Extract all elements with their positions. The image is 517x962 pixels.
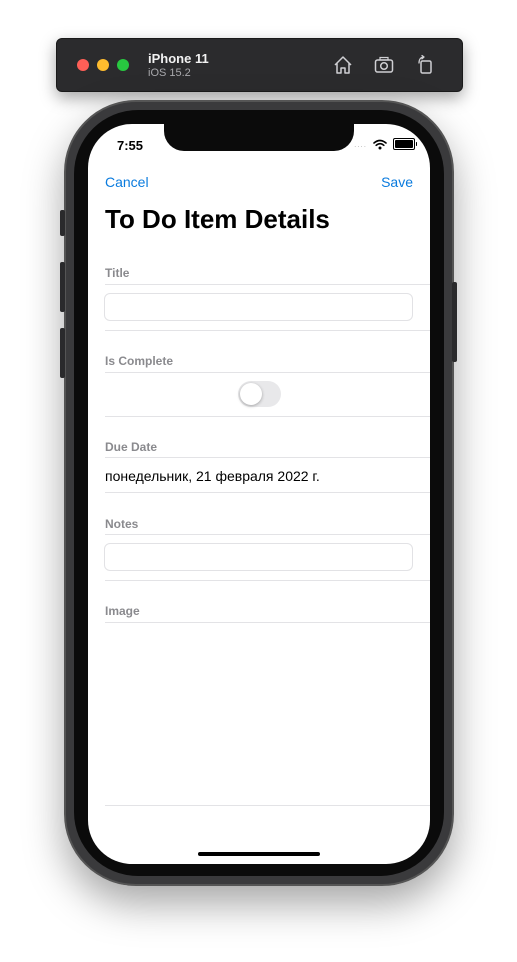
- image-section-header: Image: [105, 604, 140, 618]
- wifi-icon: [373, 139, 387, 149]
- title-section-header: Title: [105, 266, 130, 280]
- page-title: To Do Item Details: [105, 204, 330, 234]
- toggle-knob: [240, 383, 262, 405]
- title-field[interactable]: [104, 293, 413, 321]
- device-name: iPhone 11: [148, 51, 209, 66]
- rotate-icon[interactable]: [414, 54, 436, 76]
- notes-section-header: Notes: [105, 517, 139, 531]
- divider: [105, 284, 430, 285]
- power-button: [452, 282, 457, 362]
- is-complete-toggle[interactable]: [238, 381, 281, 407]
- due-date-picker[interactable]: понедельник, 21 февраля 2022 г.: [105, 468, 320, 484]
- battery-icon: [393, 138, 417, 150]
- os-version: iOS 15.2: [148, 67, 191, 79]
- due-date-section-header: Due Date: [105, 440, 158, 454]
- signal-icon: ....: [354, 139, 367, 149]
- divider: [105, 492, 430, 493]
- notes-field[interactable]: [104, 543, 413, 571]
- device-screen: 7:55 .... Cancel Save To Do Item Details…: [88, 124, 430, 864]
- divider: [105, 330, 430, 331]
- mute-switch: [60, 210, 65, 236]
- is-complete-section-header: Is Complete: [105, 354, 174, 368]
- zoom-window-button[interactable]: [117, 59, 129, 71]
- status-time: 7:55: [117, 138, 144, 153]
- simulator-toolbar: iPhone 11 iOS 15.2: [56, 38, 463, 92]
- image-area[interactable]: [105, 623, 430, 804]
- divider: [105, 534, 430, 535]
- divider: [105, 416, 430, 417]
- volume-up-button: [60, 262, 65, 312]
- cancel-button[interactable]: Cancel: [105, 174, 149, 190]
- notch: [164, 124, 354, 151]
- volume-down-button: [60, 328, 65, 378]
- home-icon[interactable]: [332, 54, 354, 76]
- screenshot-icon[interactable]: [373, 54, 395, 76]
- close-window-button[interactable]: [77, 59, 89, 71]
- divider: [105, 372, 430, 373]
- divider: [105, 805, 430, 806]
- divider: [105, 457, 430, 458]
- home-indicator[interactable]: [198, 852, 320, 856]
- divider: [105, 580, 430, 581]
- minimize-window-button[interactable]: [97, 59, 109, 71]
- save-button[interactable]: Save: [381, 174, 413, 190]
- status-icons: ....: [354, 138, 417, 150]
